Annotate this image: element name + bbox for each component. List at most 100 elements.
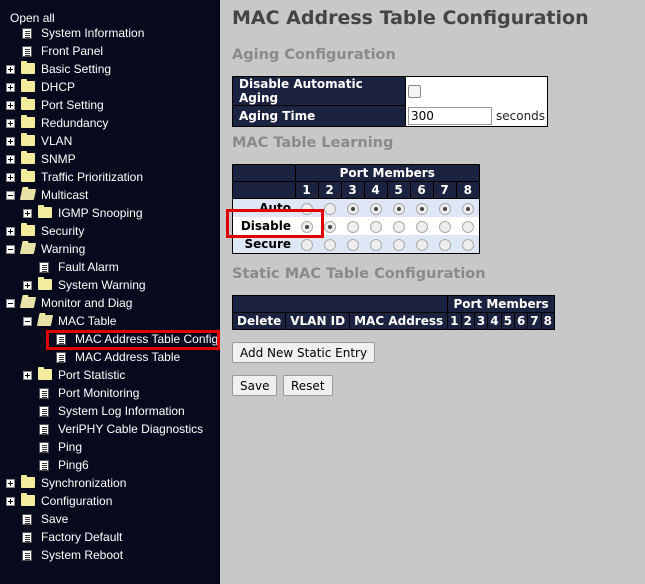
expand-icon[interactable] xyxy=(23,371,32,380)
reset-button[interactable]: Reset xyxy=(283,375,333,396)
port-3-header: 3 xyxy=(340,181,365,199)
static-port-members-header: Port Members xyxy=(447,295,556,313)
static-port-1-header: 1 xyxy=(447,312,462,330)
collapse-icon[interactable] xyxy=(6,191,15,200)
expand-icon[interactable] xyxy=(6,119,15,128)
sidebar-item-basic-setting[interactable]: Basic Setting xyxy=(0,60,220,78)
sidebar-item-mac-address-table[interactable]: MAC Address Table xyxy=(0,348,220,366)
radio-auto-port-2[interactable] xyxy=(323,202,336,215)
sidebar-item-synchronization[interactable]: Synchronization xyxy=(0,474,220,492)
sidebar-item-warning[interactable]: Warning xyxy=(0,240,220,258)
sidebar-item-veriphy-cable-diagnostics[interactable]: VeriPHY Cable Diagnostics xyxy=(0,420,220,438)
sidebar-item-port-setting[interactable]: Port Setting xyxy=(0,96,220,114)
sidebar-item-system-information[interactable]: System Information xyxy=(0,24,220,42)
radio-auto-port-4[interactable] xyxy=(369,202,382,215)
radio-secure-port-8[interactable] xyxy=(461,238,474,251)
sidebar-item-label: Basic Setting xyxy=(41,62,112,76)
radio-secure-port-2[interactable] xyxy=(323,238,336,251)
sidebar-item-front-panel[interactable]: Front Panel xyxy=(0,42,220,60)
radio-secure-port-7[interactable] xyxy=(438,238,451,251)
sidebar-item-system-reboot[interactable]: System Reboot xyxy=(0,546,220,564)
aging-time-input[interactable] xyxy=(408,106,492,125)
radio-auto-port-6[interactable] xyxy=(415,202,428,215)
radio-auto-port-3[interactable] xyxy=(346,202,359,215)
radio-auto-port-5[interactable] xyxy=(392,202,405,215)
expand-icon[interactable] xyxy=(6,497,15,506)
save-button[interactable]: Save xyxy=(232,375,278,396)
sidebar-item-dhcp[interactable]: DHCP xyxy=(0,78,220,96)
radio-disable-port-2[interactable] xyxy=(323,220,336,233)
folder-open-icon xyxy=(36,315,54,326)
learning-cell xyxy=(387,235,410,254)
sidebar-item-label: Configuration xyxy=(41,494,113,508)
sidebar-item-vlan[interactable]: VLAN xyxy=(0,132,220,150)
sidebar-item-label: System Information xyxy=(41,26,145,40)
radio-secure-port-5[interactable] xyxy=(392,238,405,251)
radio-disable-port-4[interactable] xyxy=(369,220,382,233)
radio-disable-port-7[interactable] xyxy=(438,220,451,233)
sidebar-item-igmp-snooping[interactable]: IGMP Snooping xyxy=(0,204,220,222)
expand-icon[interactable] xyxy=(6,227,15,236)
disable-aging-checkbox[interactable] xyxy=(408,85,421,99)
expand-icon[interactable] xyxy=(6,479,15,488)
page-icon xyxy=(22,532,32,543)
collapse-icon[interactable] xyxy=(6,299,15,308)
radio-disable-port-5[interactable] xyxy=(392,220,405,233)
add-new-static-entry-button[interactable]: Add New Static Entry xyxy=(232,342,376,363)
sidebar-item-factory-default[interactable]: Factory Default xyxy=(0,528,220,546)
folder-icon xyxy=(38,277,52,290)
expand-icon[interactable] xyxy=(6,137,15,146)
sidebar-item-ping[interactable]: Ping xyxy=(0,438,220,456)
collapse-icon[interactable] xyxy=(23,317,32,326)
sidebar-item-label: IGMP Snooping xyxy=(58,206,143,220)
sidebar-item-save[interactable]: Save xyxy=(0,510,220,528)
radio-secure-port-6[interactable] xyxy=(415,238,428,251)
folder-icon xyxy=(21,493,35,506)
radio-disable-port-3[interactable] xyxy=(346,220,359,233)
sidebar-item-system-warning[interactable]: System Warning xyxy=(0,276,220,294)
sidebar-item-multicast[interactable]: Multicast xyxy=(0,186,220,204)
sidebar-item-label: Port Monitoring xyxy=(58,386,140,400)
mac-address-column-header: MAC Address xyxy=(349,312,449,330)
vlan-id-column-header: VLAN ID xyxy=(285,312,351,330)
expand-icon[interactable] xyxy=(6,83,15,92)
sidebar-item-label: System Warning xyxy=(58,278,146,292)
radio-auto-port-8[interactable] xyxy=(461,202,474,215)
expand-icon[interactable] xyxy=(23,209,32,218)
sidebar-item-mac-table[interactable]: MAC Table xyxy=(0,312,220,330)
expand-icon[interactable] xyxy=(6,173,15,182)
sidebar-item-fault-alarm[interactable]: Fault Alarm xyxy=(0,258,220,276)
radio-secure-port-1[interactable] xyxy=(300,238,313,251)
expand-icon[interactable] xyxy=(23,281,32,290)
sidebar-item-monitor-and-diag[interactable]: Monitor and Diag xyxy=(0,294,220,312)
open-all-link[interactable]: Open all xyxy=(10,11,55,25)
learning-cell xyxy=(364,198,387,217)
sidebar-item-redundancy[interactable]: Redundancy xyxy=(0,114,220,132)
page-icon xyxy=(39,442,49,453)
radio-secure-port-3[interactable] xyxy=(346,238,359,251)
sidebar-item-security[interactable]: Security xyxy=(0,222,220,240)
page-icon xyxy=(56,352,66,363)
sidebar-item-port-monitoring[interactable]: Port Monitoring xyxy=(0,384,220,402)
sidebar-item-snmp[interactable]: SNMP xyxy=(0,150,220,168)
sidebar-item-port-statistic[interactable]: Port Statistic xyxy=(0,366,220,384)
learning-corner-header xyxy=(232,164,296,182)
static-port-5-header: 5 xyxy=(500,312,515,330)
sidebar-item-system-log-information[interactable]: System Log Information xyxy=(0,402,220,420)
radio-disable-port-8[interactable] xyxy=(461,220,474,233)
folder-icon xyxy=(38,205,52,218)
static-port-3-header: 3 xyxy=(473,312,489,330)
sidebar-item-traffic-prioritization[interactable]: Traffic Prioritization xyxy=(0,168,220,186)
expand-icon[interactable] xyxy=(6,101,15,110)
sidebar-item-configuration[interactable]: Configuration xyxy=(0,492,220,510)
sidebar-item-label: Ping6 xyxy=(58,458,89,472)
expand-icon[interactable] xyxy=(6,155,15,164)
radio-secure-port-4[interactable] xyxy=(369,238,382,251)
expand-icon[interactable] xyxy=(6,65,15,74)
radio-disable-port-6[interactable] xyxy=(415,220,428,233)
folder-icon xyxy=(21,169,35,182)
static-blank-header xyxy=(231,295,449,313)
sidebar-item-ping6[interactable]: Ping6 xyxy=(0,456,220,474)
radio-auto-port-7[interactable] xyxy=(438,202,451,215)
collapse-icon[interactable] xyxy=(6,245,15,254)
